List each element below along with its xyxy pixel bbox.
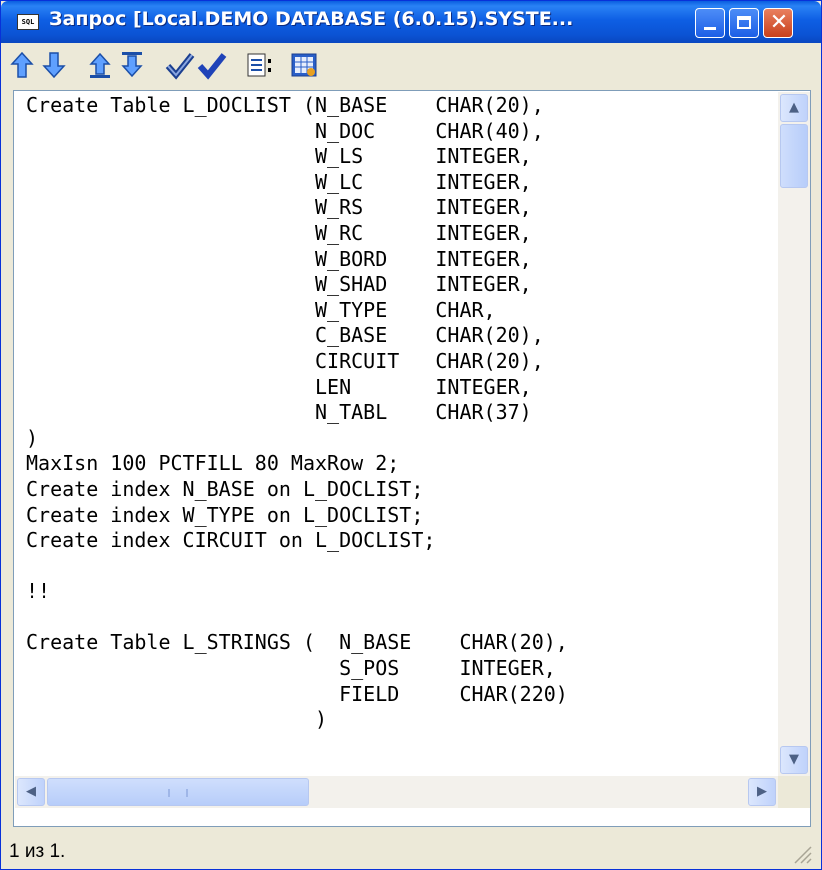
code-line[interactable]: N_DOC CHAR(40), (26, 119, 568, 145)
minimize-button[interactable] (695, 8, 725, 38)
check-syntax-button[interactable] (165, 50, 195, 80)
execute-button[interactable] (197, 50, 227, 80)
code-line[interactable]: ) (26, 707, 568, 733)
move-last-icon (121, 52, 143, 78)
sql-editor[interactable]: Create Table L_DOCLIST (N_BASE CHAR(20),… (13, 90, 811, 827)
code-line[interactable]: Create index CIRCUIT on L_DOCLIST; (26, 528, 568, 554)
resize-grip-icon[interactable] (791, 843, 813, 865)
scroll-right-button[interactable]: ▶ (748, 778, 776, 806)
title-bar[interactable]: SQL Запрос [Local.DEMO DATABASE (6.0.15)… (1, 1, 821, 43)
code-line[interactable]: W_LC INTEGER, (26, 170, 568, 196)
code-line[interactable]: S_POS INTEGER, (26, 656, 568, 682)
move-up-button[interactable] (7, 50, 37, 80)
maximize-button[interactable] (729, 8, 759, 38)
scroll-left-button[interactable]: ◀ (17, 778, 45, 806)
move-first-button[interactable] (85, 50, 115, 80)
close-button[interactable]: ✕ (763, 8, 793, 38)
check-syntax-icon (165, 53, 195, 80)
close-icon: ✕ (769, 10, 789, 35)
code-line[interactable]: N_TABL CHAR(37) (26, 400, 568, 426)
code-line[interactable]: W_TYPE CHAR, (26, 298, 568, 324)
horizontal-scroll-thumb[interactable] (47, 778, 309, 806)
results-grid-button[interactable] (289, 50, 319, 80)
sql-app-icon[interactable]: SQL (17, 14, 39, 30)
chevron-down-icon: ▼ (789, 752, 799, 767)
code-line[interactable]: MaxIsn 100 PCTFILL 80 MaxRow 2; (26, 451, 568, 477)
code-line[interactable]: FIELD CHAR(220) (26, 682, 568, 708)
code-line[interactable]: C_BASE CHAR(20), (26, 323, 568, 349)
vertical-scrollbar[interactable]: ▲ ▼ (778, 92, 810, 776)
move-first-icon (89, 52, 111, 78)
toolbar (7, 47, 819, 87)
code-line[interactable]: W_SHAD INTEGER, (26, 272, 568, 298)
status-bar: 1 из 1. (7, 837, 817, 867)
code-line[interactable]: W_RC INTEGER, (26, 221, 568, 247)
code-line[interactable] (26, 605, 568, 631)
code-line[interactable] (26, 554, 568, 580)
maximize-icon (737, 16, 751, 29)
execute-checkmark-icon (197, 53, 227, 80)
vertical-scroll-thumb[interactable] (780, 124, 808, 188)
code-line[interactable]: Create Table L_DOCLIST (N_BASE CHAR(20), (26, 93, 568, 119)
sql-query-window: SQL Запрос [Local.DEMO DATABASE (6.0.15)… (0, 0, 822, 870)
chevron-up-icon: ▲ (789, 100, 799, 115)
move-up-icon (10, 51, 34, 78)
chevron-left-icon: ◀ (26, 784, 36, 799)
code-line[interactable]: CIRCUIT CHAR(20), (26, 349, 568, 375)
scroll-down-button[interactable]: ▼ (780, 746, 808, 774)
chevron-right-icon: ▶ (757, 784, 767, 799)
code-line[interactable]: Create Table L_STRINGS ( N_BASE CHAR(20)… (26, 630, 568, 656)
move-down-icon (42, 52, 66, 79)
status-text: 1 из 1. (9, 841, 66, 862)
code-line[interactable]: W_RS INTEGER, (26, 195, 568, 221)
explain-plan-button[interactable] (245, 50, 275, 80)
sql-text[interactable]: Create Table L_DOCLIST (N_BASE CHAR(20),… (26, 93, 568, 733)
scrollbar-corner (778, 776, 810, 808)
move-last-button[interactable] (117, 50, 147, 80)
minimize-icon (704, 27, 716, 30)
code-line[interactable]: W_LS INTEGER, (26, 144, 568, 170)
code-line[interactable]: W_BORD INTEGER, (26, 247, 568, 273)
results-grid-icon (291, 53, 317, 77)
code-line[interactable]: !! (26, 579, 568, 605)
code-line[interactable]: Create index W_TYPE on L_DOCLIST; (26, 503, 568, 529)
scroll-up-button[interactable]: ▲ (780, 94, 808, 122)
code-line[interactable]: ) (26, 426, 568, 452)
horizontal-scrollbar[interactable]: ◀ ▶ (15, 776, 778, 808)
grip-icon (168, 789, 188, 797)
window-title: Запрос [Local.DEMO DATABASE (6.0.15).SYS… (49, 8, 574, 30)
explain-plan-icon (247, 53, 271, 77)
code-line[interactable]: Create index N_BASE on L_DOCLIST; (26, 477, 568, 503)
move-down-button[interactable] (39, 50, 69, 80)
code-line[interactable]: LEN INTEGER, (26, 375, 568, 401)
